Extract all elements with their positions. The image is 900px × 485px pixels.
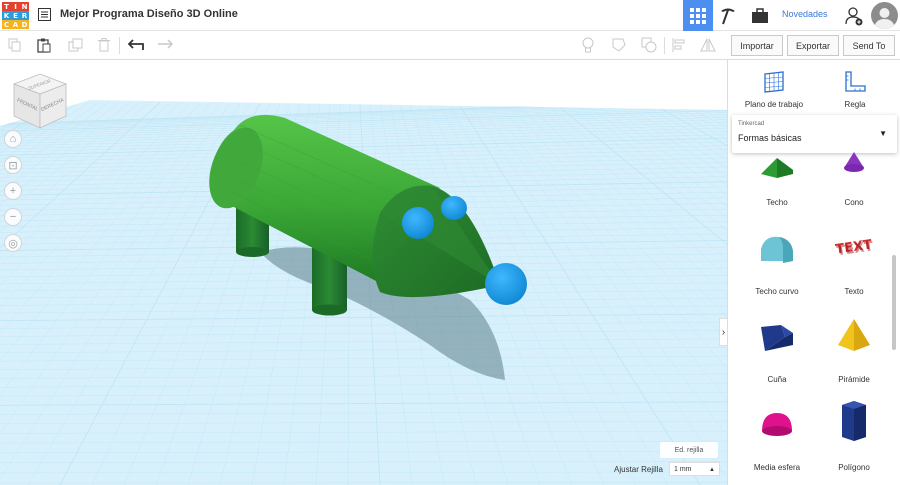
shape-pyramid[interactable]: Pirámide	[814, 309, 894, 389]
polygon-icon	[842, 401, 866, 441]
top-bar: TINKERCAD Mejor Programa Diseño 3D Onlin…	[0, 0, 900, 31]
delete-icon[interactable]	[93, 34, 115, 56]
workplane-tool[interactable]: Plano de trabajo	[734, 66, 814, 110]
ruler-label: Regla	[844, 100, 866, 109]
workplane-label: Plano de trabajo	[744, 100, 804, 109]
snap-grid-value: 1 mm	[674, 465, 692, 473]
group-icon[interactable]	[608, 34, 630, 56]
toolbar-divider	[119, 37, 120, 54]
fit-view-button[interactable]: ⊡	[4, 156, 22, 174]
shape-curved-roof[interactable]: Techo curvo	[737, 221, 817, 301]
logo-letter: I	[11, 2, 20, 11]
edit-grid-button[interactable]: Ed. rejilla	[660, 442, 718, 458]
plus-icon: +	[9, 185, 17, 197]
shape-text[interactable]: TEXT TEXT Texto	[814, 221, 894, 301]
news-link[interactable]: Novedades	[782, 9, 828, 19]
shape-half-sphere[interactable]: Media esfera	[737, 397, 817, 477]
logo-letter: E	[11, 11, 20, 20]
eye-sphere[interactable]	[441, 196, 467, 220]
cone-icon	[844, 152, 864, 172]
panel-scrollbar[interactable]	[892, 255, 896, 350]
shape-label: Media esfera	[753, 463, 801, 472]
logo-letter: D	[20, 20, 29, 29]
orthographic-button[interactable]: ◎	[4, 234, 22, 252]
ruler-icon	[845, 71, 866, 92]
snap-grid-select[interactable]: 1 mm ▲	[669, 462, 720, 476]
shape-label: Pirámide	[838, 375, 870, 384]
logo-letter: A	[11, 20, 20, 29]
home-view-button[interactable]: ⌂	[4, 130, 22, 148]
text-shape-icon: TEXT TEXT	[835, 238, 874, 260]
shape-label: Texto	[844, 287, 864, 296]
shapes-panel: Plano de trabajo Regla Tinkercad Formas …	[727, 60, 900, 485]
perspective-icon: ◎	[8, 237, 18, 250]
user-avatar[interactable]	[871, 2, 898, 29]
workplane-scene[interactable]	[0, 60, 727, 485]
workplane-icon	[764, 71, 784, 93]
shape-roof[interactable]: Techo	[737, 132, 817, 212]
lightbulb-icon[interactable]	[577, 34, 599, 56]
3d-viewport[interactable]: SUPERIOR FRONTAL DERECHA ⌂ ⊡ + − ◎ Ed. r…	[0, 60, 727, 485]
shape-polygon[interactable]: Polígono	[814, 397, 894, 477]
shape-wedge[interactable]: Cuña	[737, 309, 817, 389]
chevron-right-icon: ›	[721, 326, 726, 338]
eye-sphere[interactable]	[402, 207, 434, 239]
copy-icon[interactable]	[4, 34, 26, 56]
briefcase-icon[interactable]	[749, 5, 771, 27]
shape-label: Cuña	[767, 375, 787, 384]
add-user-icon[interactable]	[843, 5, 865, 27]
nose-sphere[interactable]	[485, 263, 527, 305]
zoom-in-button[interactable]: +	[4, 182, 22, 200]
logo-letter: N	[20, 2, 29, 11]
zoom-out-button[interactable]: −	[4, 208, 22, 226]
paste-icon[interactable]	[33, 34, 55, 56]
half-sphere-icon	[762, 413, 792, 436]
toolbar-divider	[664, 37, 665, 54]
design-title[interactable]: Mejor Programa Diseño 3D Online	[60, 8, 238, 20]
pyramid-icon	[838, 319, 870, 351]
library-source-label: Tinkercad	[738, 121, 765, 127]
shape-label: Techo	[766, 198, 788, 207]
align-icon[interactable]	[668, 34, 690, 56]
caret-down-icon: ▲	[709, 467, 715, 473]
logo-letter: K	[2, 11, 11, 20]
ruler-tool[interactable]: Regla	[815, 66, 895, 110]
pickaxe-icon[interactable]	[717, 5, 739, 27]
roof-icon	[761, 158, 793, 178]
export-button[interactable]: Exportar	[787, 35, 839, 56]
tinkercad-logo[interactable]: TINKERCAD	[2, 2, 29, 29]
panel-collapse-tab[interactable]: ›	[719, 318, 727, 346]
undo-icon[interactable]	[125, 34, 147, 56]
send-to-button[interactable]: Send To	[843, 35, 895, 56]
shape-label: Polígono	[838, 463, 870, 472]
shape-label: Techo curvo	[755, 287, 799, 296]
home-icon: ⌂	[9, 133, 17, 145]
edit-toolbar: Importar Exportar Send To	[0, 31, 900, 60]
duplicate-icon[interactable]	[64, 34, 86, 56]
wedge-icon	[761, 325, 793, 351]
3d-view-button[interactable]	[683, 0, 713, 31]
redo-icon[interactable]	[154, 34, 176, 56]
view-cube[interactable]: SUPERIOR FRONTAL DERECHA	[12, 72, 68, 132]
logo-letter: R	[20, 11, 29, 20]
shape-label: Cono	[844, 198, 864, 207]
mirror-icon[interactable]	[697, 34, 719, 56]
logo-letter: T	[2, 2, 11, 11]
minus-icon: −	[9, 211, 17, 223]
shape-cone[interactable]: Cono	[814, 132, 894, 212]
design-menu-icon[interactable]	[38, 8, 51, 21]
curved-roof-icon	[761, 236, 793, 263]
fit-icon: ⊡	[8, 159, 18, 172]
logo-letter: C	[2, 20, 11, 29]
snap-grid-label: Ajustar Rejilla	[614, 465, 663, 474]
ungroup-icon[interactable]	[638, 34, 660, 56]
import-button[interactable]: Importar	[731, 35, 783, 56]
grid-icon	[690, 7, 706, 24]
